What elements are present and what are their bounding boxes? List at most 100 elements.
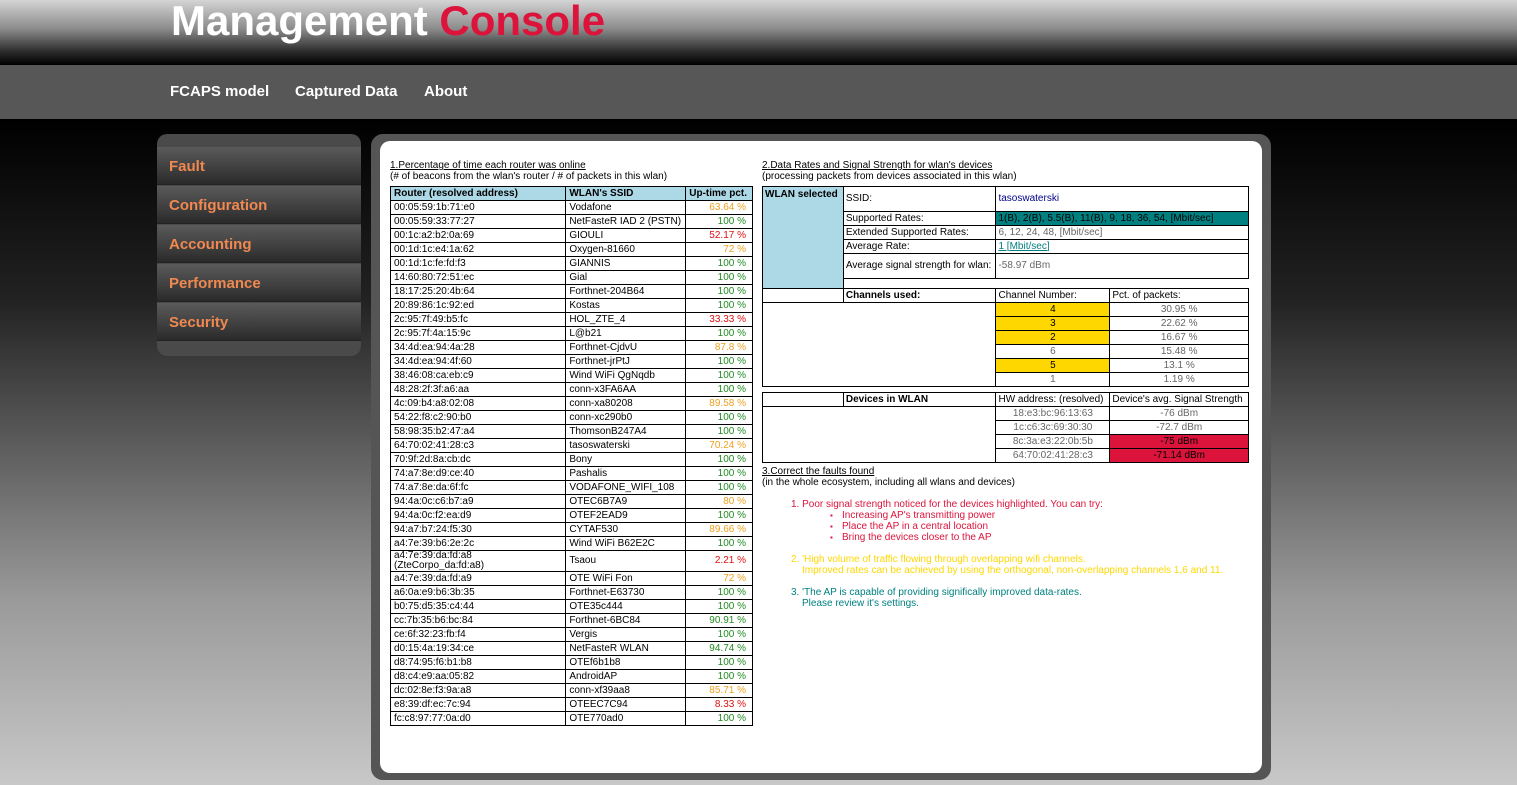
nav-captured-data[interactable]: Captured Data [295, 83, 398, 100]
router-ssid: conn-xc290b0 [565, 410, 687, 425]
sidebar-item-fault[interactable]: Fault [157, 147, 361, 185]
router-uptime-pct: 2.21 % [685, 550, 753, 572]
router-ssid: GIOULI [565, 228, 687, 243]
average-rate-link[interactable]: 1 [Mbit/sec] [995, 239, 1249, 254]
router-address: 00:1c:a2:b2:0a:69 [389, 228, 567, 243]
channels-blank-cell [761, 302, 997, 387]
hw-address-header: HW address: (resolved) [995, 392, 1111, 407]
col-uptime: Up-time pct. [685, 186, 753, 201]
router-ssid: Forthnet-6BC84 [565, 613, 687, 628]
fault-3-line-2: Please review it's settings. [802, 598, 919, 609]
router-row: 00:1d:1c:e4:1a:62 Oxygen-81660 72 % [389, 242, 753, 257]
router-ssid: Forthnet-204B64 [565, 284, 687, 299]
router-ssid: GIANNIS [565, 256, 687, 271]
router-ssid: ThomsonB247A4 [565, 424, 687, 439]
router-row: 18:17:25:20:4b:64 Forthnet-204B64 100 % [389, 284, 753, 299]
router-ssid: OTEF2EAD9 [565, 508, 687, 523]
router-ssid: conn-xa80208 [565, 396, 687, 411]
sidebar-item-accounting[interactable]: Accounting [157, 225, 361, 263]
router-ssid: CYTAF530 [565, 522, 687, 537]
router-ssid: Wind WiFi QgNqdb [565, 368, 687, 383]
router-address: 00:05:59:1b:71:e0 [389, 200, 567, 215]
router-address: a4:7e:39:da:fd:a9 [389, 571, 567, 586]
router-row: 20:89:86:1c:92:ed Kostas 100 % [389, 298, 753, 313]
fault-1-text: 1. Poor signal strength noticed for the … [791, 499, 1103, 510]
channel-number: 2 [995, 330, 1111, 345]
device-signal-header: Device's avg. Signal Strength [1109, 392, 1249, 407]
router-row: a4:7e:39:b6:2e:2c Wind WiFi B62E2C 100 % [389, 536, 753, 551]
router-uptime-pct: 94.74 % [685, 641, 753, 656]
router-address: d8:74:95:f6:b1:b8 [389, 655, 567, 670]
router-ssid: Vodafone [565, 200, 687, 215]
router-ssid: conn-xf39aa8 [565, 683, 687, 698]
fault-3-line-1: 3. 'The AP is capable of providing signi… [791, 587, 1082, 598]
router-ssid: Forthnet-CjdvU [565, 340, 687, 355]
router-row: 14:60:80:72:51:ec Gial 100 % [389, 270, 753, 285]
router-ssid: AndroidAP [565, 669, 687, 684]
sidebar-item-configuration[interactable]: Configuration [157, 186, 361, 224]
channel-number: 5 [995, 358, 1111, 373]
router-ssid: Wind WiFi B62E2C [565, 536, 687, 551]
router-uptime-pct: 100 % [685, 298, 753, 313]
sidebar-item-security[interactable]: Security [157, 303, 361, 341]
router-table-header: Router (resolved address) WLAN's SSID Up… [389, 186, 753, 201]
router-row: 00:05:59:1b:71:e0 Vodafone 63.64 % [389, 200, 753, 215]
fault-1-bullet-3: Bring the devices closer to the AP [830, 532, 991, 543]
router-row: 00:05:59:33:77:27 NetFasteR IAD 2 (PSTN) 1… [389, 214, 753, 229]
section1-heading: 1.Percentage of time each router was onl… [390, 160, 667, 182]
router-address: b0:75:d5:35:c4:44 [389, 599, 567, 614]
nav-about[interactable]: About [424, 83, 467, 100]
device-signal-strength: -75 dBm [1109, 434, 1249, 449]
router-uptime-pct: 100 % [685, 256, 753, 271]
sidebar-item-performance[interactable]: Performance [157, 264, 361, 302]
router-uptime-pct: 100 % [685, 536, 753, 551]
channel-pct: 16.67 % [1109, 330, 1249, 345]
router-uptime-pct: 85.71 % [685, 683, 753, 698]
router-row: d8:74:95:f6:b1:b8 OTEf6b1b8 100 % [389, 655, 753, 670]
router-uptime-pct: 100 % [685, 270, 753, 285]
device-signal-strength: -71.14 dBm [1109, 448, 1249, 463]
router-address: 64:70:02:41:28:c3 [389, 438, 567, 453]
router-uptime-pct: 100 % [685, 214, 753, 229]
router-address: 20:89:86:1c:92:ed [389, 298, 567, 313]
channel-pct: 30.95 % [1109, 302, 1249, 317]
router-uptime-pct: 100 % [685, 382, 753, 397]
extended-rates-value: 6, 12, 24, 48, [Mbit/sec] [995, 225, 1249, 240]
router-address: 34:4d:ea:94:4a:28 [389, 340, 567, 355]
router-uptime-pct: 100 % [685, 669, 753, 684]
router-ssid: conn-x3FA6AA [565, 382, 687, 397]
channel-pct: 15.48 % [1109, 344, 1249, 359]
router-ssid: Bony [565, 452, 687, 467]
device-hw-address: 8c:3a:e3:22:0b:5b [995, 434, 1111, 449]
router-uptime-pct: 100 % [685, 410, 753, 425]
extended-rates-label: Extended Supported Rates: [842, 225, 997, 240]
router-uptime-pct: 100 % [685, 480, 753, 495]
channel-pct: 13.1 % [1109, 358, 1249, 373]
sidebar: Fault Configuration Accounting Performan… [157, 134, 361, 356]
router-address: 94:4a:0c:f2:ea:d9 [389, 508, 567, 523]
channel-number-header: Channel Number: [995, 288, 1111, 303]
router-ssid: OTE WiFi Fon [565, 571, 687, 586]
router-uptime-pct: 90.91 % [685, 613, 753, 628]
device-hw-address: 1c:c6:3c:69:30:30 [995, 420, 1111, 435]
device-signal-strength: -76 dBm [1109, 406, 1249, 421]
router-address: 14:60:80:72:51:ec [389, 270, 567, 285]
router-ssid: Tsaou [565, 550, 687, 572]
nav-fcaps-model[interactable]: FCAPS model [170, 83, 269, 100]
router-address: d0:15:4a:19:34:ce [389, 641, 567, 656]
router-row: 64:70:02:41:28:c3 tasoswaterski 70.24 % [389, 438, 753, 453]
router-row: 48:28:2f:3f:a6:aa conn-x3FA6AA 100 % [389, 382, 753, 397]
router-ssid: VODAFONE_WIFI_108 [565, 480, 687, 495]
router-ssid: tasoswaterski [565, 438, 687, 453]
router-row: 4c:09:b4:a8:02:08 conn-xa80208 89.58 % [389, 396, 753, 411]
router-address: 58:98:35:b2:47:a4 [389, 424, 567, 439]
router-address: fc:c8:97:77:0a:d0 [389, 711, 567, 726]
router-row: ce:6f:32:23:fb:f4 Vergis 100 % [389, 627, 753, 642]
wlan-details-table: WLAN selected SSID: tasoswaterski Suppor… [761, 186, 1249, 463]
devices-spacer-cell [762, 392, 844, 407]
router-address: 94:a7:b7:24:f5:30 [389, 522, 567, 537]
ssid-label: SSID: [842, 186, 997, 212]
router-uptime-pct: 100 % [685, 452, 753, 467]
router-address: 2c:95:7f:49:b5:fc [389, 312, 567, 327]
router-row: fc:c8:97:77:0a:d0 OTE770ad0 100 % [389, 711, 753, 726]
